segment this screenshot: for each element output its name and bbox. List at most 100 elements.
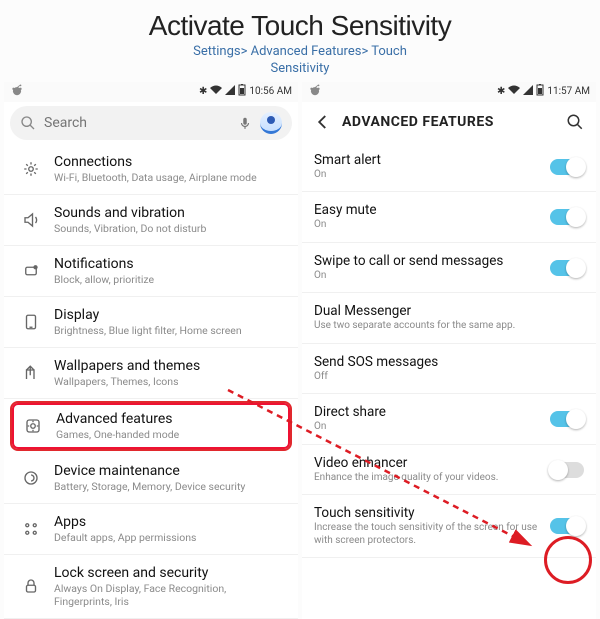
item-label: Wallpapers and themes — [54, 358, 286, 374]
row-label: Video enhancer — [314, 455, 542, 471]
item-subtitle: Always On Display, Face Recognition, Fin… — [54, 582, 286, 608]
advanced-features-panel: ✱ 11:57 AM ADVANCED FEATURES — [302, 82, 596, 619]
row-label: Send SOS messages — [314, 354, 576, 370]
feature-row[interactable]: Direct shareOn — [302, 394, 596, 445]
battery-icon — [536, 84, 544, 99]
search-icon — [20, 115, 36, 131]
maintenance-icon — [16, 469, 46, 487]
item-label: Sounds and vibration — [54, 205, 286, 221]
item-label: Notifications — [54, 256, 286, 272]
search-input[interactable] — [44, 115, 238, 131]
battery-icon — [238, 84, 246, 99]
toggle-switch[interactable] — [550, 411, 584, 427]
lock-icon — [16, 577, 46, 595]
status-right: ✱ 11:57 AM — [497, 84, 590, 99]
status-bar: ✱ 11:57 AM — [302, 82, 596, 102]
feature-row[interactable]: Easy muteOn — [302, 192, 596, 243]
panels: ✱ 10:56 AM Connec — [0, 78, 600, 619]
row-subtitle: On — [314, 219, 542, 232]
settings-item-apps[interactable]: AppsDefault apps, App permissions — [4, 504, 298, 555]
item-subtitle: Wallpapers, Themes, Icons — [54, 375, 286, 388]
toggle-switch[interactable] — [550, 209, 584, 225]
advanced-icon — [18, 417, 48, 435]
row-label: Swipe to call or send messages — [314, 253, 542, 269]
feature-row[interactable]: Swipe to call or send messagesOn — [302, 243, 596, 294]
settings-panel: ✱ 10:56 AM Connec — [4, 82, 298, 619]
settings-item-connections[interactable]: ConnectionsWi-Fi, Bluetooth, Data usage,… — [4, 144, 298, 195]
advanced-list: Smart alertOnEasy muteOnSwipe to call or… — [302, 142, 596, 559]
apps-icon — [16, 520, 46, 538]
settings-item-lock[interactable]: Lock screen and securityAlways On Displa… — [4, 555, 298, 619]
item-subtitle: Battery, Storage, Memory, Device securit… — [54, 480, 286, 493]
item-subtitle: Wi-Fi, Bluetooth, Data usage, Airplane m… — [54, 171, 286, 184]
row-subtitle: On — [314, 270, 542, 283]
wallpaper-icon — [16, 364, 46, 382]
search-bar[interactable] — [10, 106, 292, 140]
status-bar: ✱ 10:56 AM — [4, 82, 298, 102]
toggle-switch[interactable] — [550, 518, 584, 534]
breadcrumb: Settings> Advanced Features> Touch Sensi… — [0, 44, 600, 78]
row-subtitle: Enhance the image quality of your videos… — [314, 472, 542, 485]
item-label: Advanced features — [56, 411, 284, 427]
item-subtitle: Block, allow, prioritize — [54, 273, 286, 286]
row-subtitle: Use two separate accounts for the same a… — [314, 320, 576, 333]
mic-icon[interactable] — [238, 116, 252, 130]
status-time: 11:57 AM — [547, 86, 590, 97]
search-button[interactable] — [562, 109, 588, 135]
toggle-switch[interactable] — [550, 260, 584, 276]
feature-row[interactable]: Send SOS messagesOff — [302, 344, 596, 395]
item-subtitle: Games, One-handed mode — [56, 428, 284, 441]
feature-row[interactable]: Video enhancerEnhance the image quality … — [302, 445, 596, 496]
page-title: Activate Touch Sensitivity — [0, 0, 600, 42]
row-subtitle: On — [314, 169, 542, 182]
settings-list: ConnectionsWi-Fi, Bluetooth, Data usage,… — [4, 144, 298, 619]
advanced-header: ADVANCED FEATURES — [302, 102, 596, 142]
row-subtitle: Off — [314, 371, 576, 384]
breadcrumb-line1: Settings> Advanced Features> Touch — [0, 44, 600, 61]
item-label: Apps — [54, 514, 286, 530]
feature-row[interactable]: Smart alertOn — [302, 142, 596, 193]
wifi-icon — [508, 85, 520, 98]
connections-icon — [16, 160, 46, 178]
item-subtitle: Brightness, Blue light filter, Home scre… — [54, 324, 286, 337]
toggle-switch[interactable] — [550, 462, 584, 478]
bluetooth-icon: ✱ — [199, 87, 207, 97]
reddit-icon — [10, 83, 24, 100]
settings-item-wallpaper[interactable]: Wallpapers and themesWallpapers, Themes,… — [4, 348, 298, 399]
reddit-icon — [308, 83, 322, 100]
status-right: ✱ 10:56 AM — [199, 84, 292, 99]
item-label: Display — [54, 307, 286, 323]
row-label: Touch sensitivity — [314, 505, 542, 521]
item-subtitle: Default apps, App permissions — [54, 531, 286, 544]
settings-item-advanced[interactable]: Advanced featuresGames, One-handed mode — [10, 401, 292, 451]
signal-icon — [225, 85, 235, 98]
display-icon — [16, 313, 46, 331]
signal-icon — [523, 85, 533, 98]
bluetooth-icon: ✱ — [497, 87, 505, 97]
notifications-icon — [16, 262, 46, 280]
back-button[interactable] — [310, 109, 336, 135]
toggle-switch[interactable] — [550, 159, 584, 175]
sound-icon — [16, 211, 46, 229]
row-subtitle: Increase the touch sensitivity of the sc… — [314, 522, 542, 547]
item-label: Lock screen and security — [54, 565, 286, 581]
feature-row[interactable]: Touch sensitivityIncrease the touch sens… — [302, 495, 596, 558]
item-label: Connections — [54, 154, 286, 170]
row-label: Smart alert — [314, 152, 542, 168]
wifi-icon — [210, 85, 222, 98]
item-subtitle: Sounds, Vibration, Do not disturb — [54, 222, 286, 235]
avatar[interactable] — [260, 112, 282, 134]
row-label: Easy mute — [314, 202, 542, 218]
item-label: Device maintenance — [54, 463, 286, 479]
settings-item-sound[interactable]: Sounds and vibrationSounds, Vibration, D… — [4, 195, 298, 246]
status-time: 10:56 AM — [249, 86, 292, 97]
settings-item-notifications[interactable]: NotificationsBlock, allow, prioritize — [4, 246, 298, 297]
advanced-title: ADVANCED FEATURES — [342, 114, 562, 130]
row-subtitle: On — [314, 421, 542, 434]
settings-item-maintenance[interactable]: Device maintenanceBattery, Storage, Memo… — [4, 453, 298, 504]
row-label: Dual Messenger — [314, 303, 576, 319]
breadcrumb-line2: Sensitivity — [0, 61, 600, 78]
settings-item-display[interactable]: DisplayBrightness, Blue light filter, Ho… — [4, 297, 298, 348]
row-label: Direct share — [314, 404, 542, 420]
feature-row[interactable]: Dual MessengerUse two separate accounts … — [302, 293, 596, 344]
